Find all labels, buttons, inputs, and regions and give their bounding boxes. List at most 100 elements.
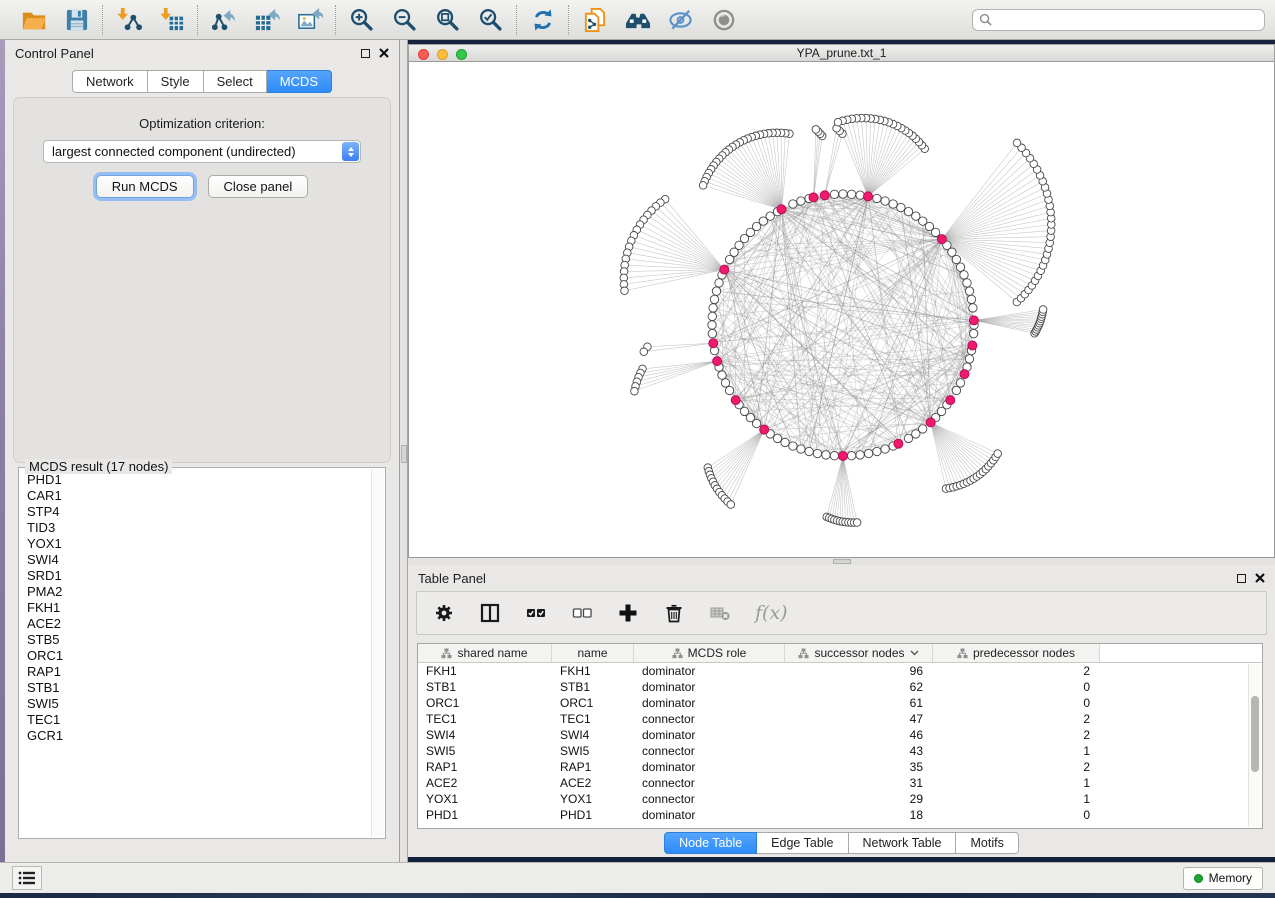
network-canvas[interactable] <box>408 62 1275 558</box>
mcds-result-item[interactable]: PHD1 <box>20 472 370 488</box>
zoom-selected-icon[interactable] <box>477 6 504 33</box>
mcds-result-item[interactable]: SWI5 <box>20 696 370 712</box>
table-row[interactable]: STB1STB1dominator620 <box>418 679 1262 695</box>
search-objects-icon[interactable] <box>624 6 651 33</box>
mcds-result-item[interactable]: ACE2 <box>20 616 370 632</box>
tab-network-table[interactable]: Network Table <box>849 832 957 854</box>
minimize-window-icon[interactable] <box>437 49 448 60</box>
mcds-result-item[interactable]: STB5 <box>20 632 370 648</box>
column-label: successor nodes <box>814 646 904 660</box>
mcds-result-item[interactable]: STB1 <box>20 680 370 696</box>
export-network-icon[interactable] <box>210 6 237 33</box>
delete-column-icon[interactable] <box>663 602 685 624</box>
mcds-result-item[interactable]: TEC1 <box>20 712 370 728</box>
refresh-icon[interactable] <box>529 6 556 33</box>
column-header-predecessor-nodes[interactable]: predecessor nodes <box>933 644 1100 662</box>
clone-network-icon[interactable] <box>581 6 608 33</box>
table-row[interactable]: TEC1TEC1connector472 <box>418 711 1262 727</box>
run-mcds-button[interactable]: Run MCDS <box>96 175 194 198</box>
select-all-icon[interactable] <box>525 602 547 624</box>
float-panel-icon[interactable] <box>361 49 370 58</box>
table-row[interactable]: ORC1ORC1dominator610 <box>418 695 1262 711</box>
table-row[interactable]: FKH1FKH1dominator962 <box>418 663 1262 679</box>
maximize-window-icon[interactable] <box>456 49 467 60</box>
function-builder-icon[interactable]: f(x) <box>755 602 788 624</box>
mcds-result-item[interactable]: CAR1 <box>20 488 370 504</box>
hide-annotations-icon[interactable] <box>667 6 694 33</box>
mcds-result-item[interactable]: STP4 <box>20 504 370 520</box>
tab-network[interactable]: Network <box>72 70 148 93</box>
mcds-result-item[interactable]: FKH1 <box>20 600 370 616</box>
task-history-icon[interactable] <box>12 866 42 890</box>
mcds-result-item[interactable]: GCR1 <box>20 728 370 744</box>
cell-name: STB1 <box>552 679 634 695</box>
network-titlebar[interactable]: YPA_prune.txt_1 <box>408 44 1275 62</box>
close-panel-button[interactable]: Close panel <box>208 175 309 198</box>
import-network-icon[interactable] <box>115 6 142 33</box>
table-scrollbar[interactable] <box>1248 664 1261 827</box>
show-details-icon[interactable] <box>710 6 737 33</box>
export-image-icon[interactable] <box>296 6 323 33</box>
cell-filler <box>1100 743 1262 759</box>
table-row[interactable]: PHD1PHD1dominator180 <box>418 807 1262 823</box>
tab-edge-table[interactable]: Edge Table <box>757 832 848 854</box>
mcds-result-item[interactable]: RAP1 <box>20 664 370 680</box>
cell-predecessor-nodes: 1 <box>933 743 1100 759</box>
gear-icon[interactable] <box>433 602 455 624</box>
tab-motifs[interactable]: Motifs <box>956 832 1018 854</box>
close-panel-icon[interactable] <box>1255 573 1265 583</box>
horizontal-splitter[interactable] <box>408 558 1275 565</box>
cell-shared-name: YOX1 <box>418 791 552 807</box>
delete-table-icon[interactable] <box>709 602 731 624</box>
close-window-icon[interactable] <box>418 49 429 60</box>
table-row[interactable]: RAP1RAP1dominator352 <box>418 759 1262 775</box>
node-table[interactable]: shared namenameMCDS role successor nodes p… <box>417 643 1263 829</box>
table-row[interactable]: SWI5SWI5connector431 <box>418 743 1262 759</box>
tab-node-table[interactable]: Node Table <box>664 832 757 854</box>
cell-name: SWI4 <box>552 727 634 743</box>
close-panel-icon[interactable] <box>379 48 389 58</box>
tab-style[interactable]: Style <box>148 70 204 93</box>
column-header-mcds-role[interactable]: MCDS role <box>634 644 785 662</box>
cell-shared-name: STB1 <box>418 679 552 695</box>
column-header-shared-name[interactable]: shared name <box>418 644 552 662</box>
float-panel-icon[interactable] <box>1237 574 1246 583</box>
splitter-handle[interactable] <box>833 559 851 564</box>
criterion-label: Optimization criterion: <box>14 116 390 131</box>
mcds-result-item[interactable]: PMA2 <box>20 584 370 600</box>
zoom-in-icon[interactable] <box>348 6 375 33</box>
column-header-name[interactable]: name <box>552 644 634 662</box>
add-column-icon[interactable] <box>617 602 639 624</box>
open-file-icon[interactable] <box>20 6 47 33</box>
result-list-scrollbar[interactable] <box>371 469 384 837</box>
import-table-icon[interactable] <box>158 6 185 33</box>
table-row[interactable]: ACE2ACE2connector311 <box>418 775 1262 791</box>
criterion-dropdown[interactable]: largest connected component (undirected) <box>43 140 361 163</box>
export-table-icon[interactable] <box>253 6 280 33</box>
tab-select[interactable]: Select <box>204 70 267 93</box>
columns-icon[interactable] <box>479 602 501 624</box>
cell-shared-name: SWI4 <box>418 727 552 743</box>
scrollbar-thumb[interactable] <box>1251 696 1259 772</box>
memory-button[interactable]: Memory <box>1183 867 1263 890</box>
search-input[interactable] <box>996 13 1258 27</box>
column-header-filler <box>1100 644 1262 662</box>
cell-predecessor-nodes: 2 <box>933 727 1100 743</box>
zoom-fit-icon[interactable] <box>434 6 461 33</box>
column-header-successor-nodes[interactable]: successor nodes <box>785 644 933 662</box>
table-row[interactable]: SWI4SWI4dominator462 <box>418 727 1262 743</box>
splitter-handle[interactable] <box>401 445 407 463</box>
deselect-all-icon[interactable] <box>571 602 593 624</box>
save-session-icon[interactable] <box>63 6 90 33</box>
mcds-result-item[interactable]: TID3 <box>20 520 370 536</box>
global-search[interactable] <box>972 9 1265 31</box>
vertical-splitter[interactable] <box>400 40 408 862</box>
mcds-result-item[interactable]: ORC1 <box>20 648 370 664</box>
zoom-out-icon[interactable] <box>391 6 418 33</box>
mcds-result-item[interactable]: SWI4 <box>20 552 370 568</box>
mcds-result-item[interactable]: YOX1 <box>20 536 370 552</box>
mcds-result-item[interactable]: SRD1 <box>20 568 370 584</box>
table-row[interactable]: YOX1YOX1connector291 <box>418 791 1262 807</box>
tab-mcds[interactable]: MCDS <box>267 70 332 93</box>
network-graph[interactable] <box>409 62 1274 556</box>
